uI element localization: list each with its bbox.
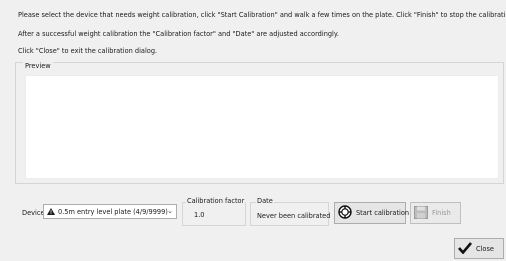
checkmark-icon	[458, 241, 472, 256]
instruction-line-3: Click "Close" to exit the calibration di…	[18, 47, 158, 55]
warning-icon	[47, 208, 55, 215]
date-group: Date Never been calibrated	[250, 197, 331, 226]
save-icon	[414, 205, 428, 221]
calibration-factor-group: Calibration factor 1.0	[182, 197, 246, 226]
target-icon	[338, 205, 352, 221]
instruction-line-2: After a successful weight calibration th…	[18, 30, 339, 38]
chevron-down-icon: ⌄	[167, 207, 173, 215]
finish-label: Finish	[432, 209, 451, 217]
instruction-line-1: Please select the device that needs weig…	[18, 11, 506, 19]
start-calibration-label: Start calibration	[356, 209, 410, 217]
preview-group: Preview	[15, 62, 504, 184]
close-label: Close	[476, 244, 494, 253]
finish-button[interactable]: Finish	[410, 202, 461, 224]
date-legend: Date	[256, 197, 274, 205]
device-selected-value: 0.5m entry level plate (4/9/9999)	[58, 207, 168, 216]
close-button[interactable]: Close	[454, 238, 504, 259]
preview-legend: Preview	[23, 62, 53, 70]
date-value: Never been calibrated	[257, 212, 331, 220]
start-calibration-button[interactable]: Start calibration	[334, 202, 410, 224]
calibration-factor-legend: Calibration factor	[186, 197, 246, 205]
device-label: Device	[22, 209, 45, 217]
calibration-factor-value: 1.0	[194, 211, 205, 219]
preview-area	[25, 75, 499, 179]
device-dropdown[interactable]: 0.5m entry level plate (4/9/9999) ⌄	[43, 204, 177, 219]
